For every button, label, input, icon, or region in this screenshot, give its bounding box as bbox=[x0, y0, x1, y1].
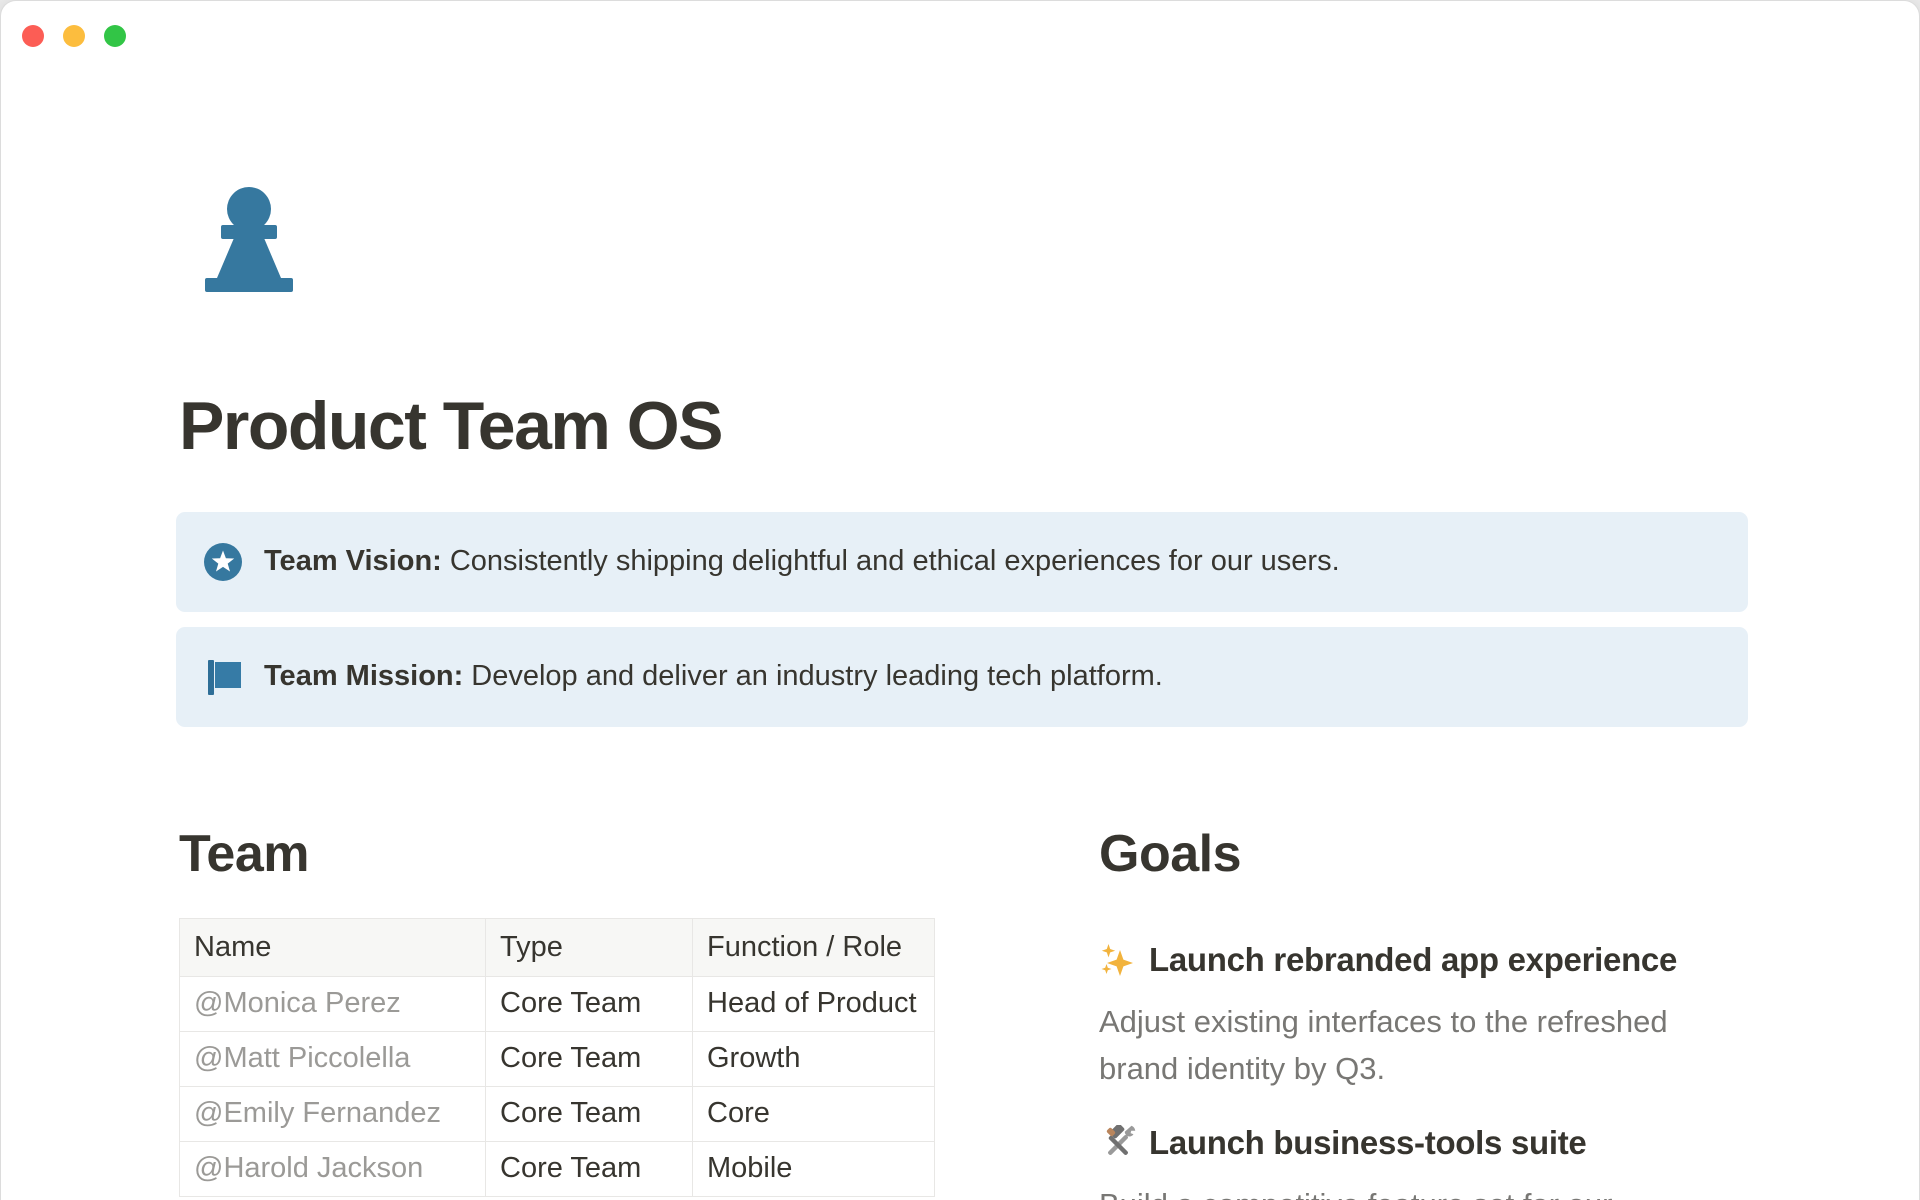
flag-icon bbox=[204, 658, 242, 696]
goal-description: Build a competitive feature set for our … bbox=[1099, 1181, 1749, 1200]
hammer-wrench-icon bbox=[1099, 1125, 1136, 1162]
callout-label: Team Vision: bbox=[264, 545, 442, 577]
callout-label: Team Mission: bbox=[264, 660, 463, 692]
zoom-window-button[interactable] bbox=[104, 25, 126, 47]
column-header-function-role[interactable]: Function / Role bbox=[693, 918, 935, 976]
team-column: Team Name Type Function / Role @Monica P… bbox=[179, 822, 934, 1200]
minimize-window-button[interactable] bbox=[63, 25, 85, 47]
goal-title-text: Launch rebranded app experience bbox=[1149, 939, 1677, 982]
page-title[interactable]: Product Team OS bbox=[179, 386, 1749, 466]
cell-name-mention[interactable]: @Emily Fernandez bbox=[180, 1086, 486, 1141]
two-column-layout: Team Name Type Function / Role @Monica P… bbox=[179, 822, 1749, 1200]
cell-type[interactable]: Core Team bbox=[486, 1031, 693, 1086]
callout-team-vision[interactable]: Team Vision:Consistently shipping deligh… bbox=[176, 512, 1748, 612]
page-content: Product Team OS Team Vision:Consistently… bbox=[179, 1, 1749, 1200]
cell-function[interactable]: Mobile bbox=[693, 1141, 935, 1196]
cell-name-mention[interactable]: @Monica Perez bbox=[180, 976, 486, 1031]
goal-description: Adjust existing interfaces to the refres… bbox=[1099, 998, 1749, 1092]
cell-name-mention[interactable]: @Harold Jackson bbox=[180, 1141, 486, 1196]
table-row: @Matt Piccolella Core Team Growth bbox=[180, 1031, 935, 1086]
callout-team-mission[interactable]: Team Mission:Develop and deliver an indu… bbox=[176, 627, 1748, 727]
goals-heading[interactable]: Goals bbox=[1099, 822, 1749, 887]
team-heading[interactable]: Team bbox=[179, 822, 934, 887]
table-row: @Monica Perez Core Team Head of Product bbox=[180, 976, 935, 1031]
goal-title: Launch business-tools suite bbox=[1099, 1122, 1749, 1165]
page-icon-pawn[interactable] bbox=[205, 186, 293, 292]
cell-name-mention[interactable]: @Matt Piccolella bbox=[180, 1031, 486, 1086]
column-header-name[interactable]: Name bbox=[180, 918, 486, 976]
callout-text: Team Mission:Develop and deliver an indu… bbox=[264, 656, 1163, 697]
callout-text: Team Vision:Consistently shipping deligh… bbox=[264, 541, 1340, 582]
sparkles-icon bbox=[1099, 942, 1136, 979]
cell-type[interactable]: Core Team bbox=[486, 1086, 693, 1141]
table-row: @Emily Fernandez Core Team Core bbox=[180, 1086, 935, 1141]
table-row: @Harold Jackson Core Team Mobile bbox=[180, 1141, 935, 1196]
goal-item-rebranded-app[interactable]: Launch rebranded app experience Adjust e… bbox=[1099, 939, 1749, 1092]
cell-function[interactable]: Core bbox=[693, 1086, 935, 1141]
window-controls bbox=[22, 25, 126, 47]
goal-title-text: Launch business-tools suite bbox=[1149, 1122, 1586, 1165]
callout-body: Develop and deliver an industry leading … bbox=[471, 660, 1163, 692]
table-header-row: Name Type Function / Role bbox=[180, 918, 935, 976]
callout-body: Consistently shipping delightful and eth… bbox=[450, 545, 1340, 577]
column-header-type[interactable]: Type bbox=[486, 918, 693, 976]
pawn-icon bbox=[205, 186, 293, 292]
close-window-button[interactable] bbox=[22, 25, 44, 47]
goal-title: Launch rebranded app experience bbox=[1099, 939, 1749, 982]
cell-function[interactable]: Head of Product bbox=[693, 976, 935, 1031]
goals-column: Goals Launch rebranded app experience Ad… bbox=[1099, 822, 1749, 1200]
goal-item-business-tools[interactable]: Launch business-tools suite Build a comp… bbox=[1099, 1122, 1749, 1200]
cell-type[interactable]: Core Team bbox=[486, 976, 693, 1031]
star-circle-icon bbox=[204, 543, 242, 581]
app-window: Product Team OS Team Vision:Consistently… bbox=[0, 0, 1920, 1200]
team-table: Name Type Function / Role @Monica Perez … bbox=[179, 918, 935, 1197]
cell-type[interactable]: Core Team bbox=[486, 1141, 693, 1196]
cell-function[interactable]: Growth bbox=[693, 1031, 935, 1086]
